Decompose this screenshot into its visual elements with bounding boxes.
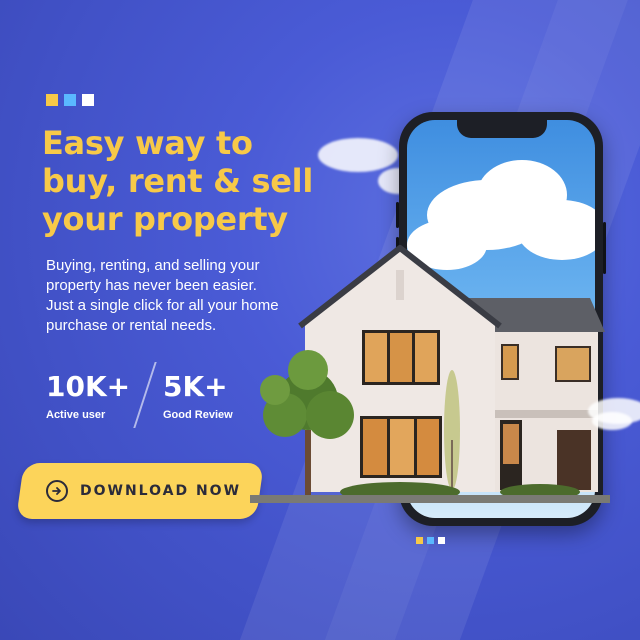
dot-yellow [416,537,423,544]
promo-banner: Easy way to buy, rent & sell your proper… [0,0,640,640]
stat-active-users: 10K+ Active user [46,370,131,422]
dot-blue [427,537,434,544]
download-now-button[interactable]: DOWNLOAD NOW [16,463,264,519]
house-illustration [250,245,610,503]
download-now-label: DOWNLOAD NOW [80,483,242,499]
stat-divider [133,362,157,428]
phone-button [396,202,399,228]
stat-value: 5K+ [163,370,228,403]
headline-line: Easy way to [42,124,253,162]
stat-label: Active user [46,409,106,421]
decorative-dots [416,537,445,544]
decorative-dots [46,94,94,106]
headline-line: your property [42,200,288,238]
stat-value: 10K+ [46,370,131,403]
cloud [592,412,632,430]
headline: Easy way to buy, rent & sell your proper… [42,124,342,238]
dot-yellow [46,94,58,106]
dot-blue [64,94,76,106]
cloud [318,138,398,172]
phone-notch [457,120,547,138]
arrow-right-circle-icon [46,480,68,502]
headline-line: buy, rent & sell [42,162,313,200]
dot-white [82,94,94,106]
dot-white [438,537,445,544]
stat-good-reviews: 5K+ Good Review [163,370,233,422]
stat-label: Good Review [163,409,233,421]
